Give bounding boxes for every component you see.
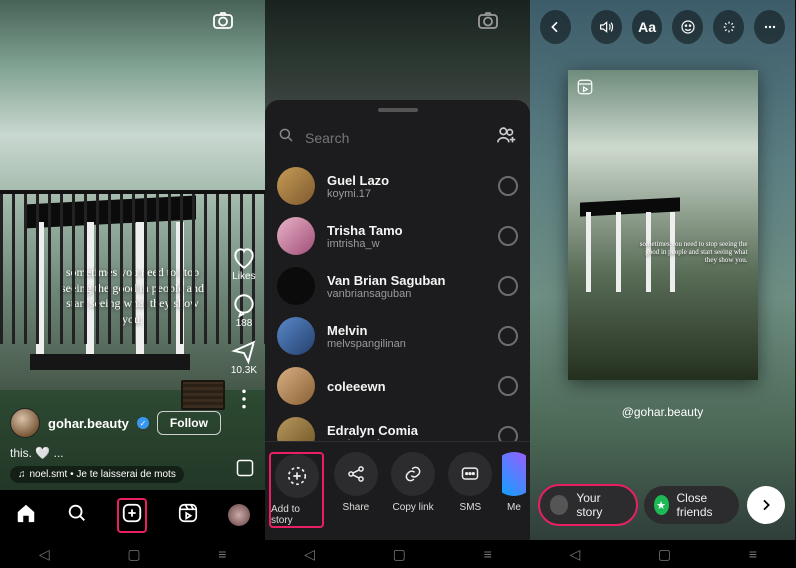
shares-count: 10.3K [231, 365, 257, 376]
contact-avatar [277, 317, 315, 355]
nav-search-icon[interactable] [66, 502, 88, 529]
like-button[interactable]: Likes [231, 245, 257, 282]
contact-handle: vanbriansaguban [327, 288, 486, 300]
messenger-label: Me [507, 502, 521, 513]
android-recent-icon[interactable]: ≡ [484, 546, 492, 562]
copy-link-label: Copy link [393, 502, 434, 513]
caption-text[interactable]: this. 🤍 ... [10, 446, 64, 460]
android-recent-icon[interactable]: ≡ [218, 546, 226, 562]
android-back-icon[interactable]: ◁ [304, 546, 315, 563]
camera-icon[interactable] [211, 8, 235, 37]
quote-text: sometimes you need to stop seeing the go… [0, 265, 265, 327]
author-avatar[interactable] [10, 408, 40, 438]
sticker-tool-icon[interactable] [672, 10, 703, 44]
close-friends-label: Close friends [677, 491, 730, 519]
add-to-story-button[interactable]: Add to story [269, 452, 324, 528]
android-back-icon[interactable]: ◁ [39, 546, 50, 563]
contact-name: Guel Lazo [327, 173, 486, 188]
contact-name: coleeewn [327, 379, 486, 394]
contact-avatar [277, 367, 315, 405]
nav-home-icon[interactable] [15, 502, 37, 529]
attribution-label[interactable]: @gohar.beauty [530, 405, 795, 419]
contact-handle: melvspangilinan [327, 338, 486, 350]
nav-profile-avatar[interactable] [228, 504, 250, 526]
contact-avatar [277, 217, 315, 255]
back-button[interactable] [540, 10, 571, 44]
sms-label: SMS [460, 502, 482, 513]
camera-icon[interactable] [476, 8, 500, 37]
contact-select-radio[interactable] [498, 426, 518, 441]
add-to-story-label: Add to story [271, 504, 322, 526]
contact-avatar [277, 267, 315, 305]
android-back-icon[interactable]: ◁ [569, 546, 580, 563]
add-people-icon[interactable] [496, 124, 518, 151]
contact-row[interactable]: coleeewn [265, 361, 530, 411]
contact-name: Melvin [327, 323, 486, 338]
verified-badge-icon: ✓ [137, 417, 149, 429]
search-input[interactable] [305, 130, 486, 146]
contact-row[interactable]: Melvin melvspangilinan [265, 311, 530, 361]
music-icon: ♫ [18, 469, 26, 480]
android-nav-bar: ◁ ▢ ≡ ◁ ▢ ≡ ◁ ▢ ≡ [0, 540, 796, 568]
search-icon [277, 126, 295, 149]
bottom-nav [0, 490, 265, 540]
contact-row[interactable]: Edralyn Comia comiamazing [265, 411, 530, 441]
story-editor-screen: Aa so [530, 0, 795, 540]
contact-handle: koymi.17 [327, 188, 486, 200]
comments-count: 188 [236, 318, 253, 329]
contact-avatar [277, 417, 315, 441]
contact-name: Edralyn Comia [327, 423, 486, 438]
more-button[interactable] [231, 386, 257, 412]
audio-chip[interactable]: ♫ noel.smt • Je te laisserai de mots [10, 466, 184, 483]
sms-button[interactable]: SMS [445, 452, 496, 528]
audio-toggle-icon[interactable] [591, 10, 622, 44]
android-home-icon[interactable]: ▢ [127, 546, 140, 563]
contact-select-radio[interactable] [498, 276, 518, 296]
author-username[interactable]: gohar.beauty [48, 416, 129, 431]
nav-create-icon[interactable] [117, 498, 147, 533]
effects-tool-icon[interactable] [713, 10, 744, 44]
text-tool-button[interactable]: Aa [632, 10, 663, 44]
copy-link-button[interactable]: Copy link [388, 452, 439, 528]
reels-badge-icon [576, 78, 594, 101]
messenger-button[interactable]: Me [502, 452, 526, 528]
your-story-button[interactable]: Your story [540, 486, 636, 524]
audio-label: noel.smt • Je te laisserai de mots [30, 469, 176, 480]
your-avatar-icon [550, 495, 568, 515]
preview-quote: sometimes you need to stop seeing the go… [633, 240, 748, 264]
nav-reels-icon[interactable] [177, 502, 199, 529]
comment-button[interactable]: 188 [231, 292, 257, 329]
your-story-label: Your story [576, 491, 625, 519]
contact-row[interactable]: Guel Lazo koymi.17 [265, 161, 530, 211]
contact-select-radio[interactable] [498, 326, 518, 346]
share-sheet-screen: Guel Lazo koymi.17 Trisha Tamo imtrisha_… [265, 0, 530, 540]
contact-row[interactable]: Trisha Tamo imtrisha_w [265, 211, 530, 261]
contact-select-radio[interactable] [498, 376, 518, 396]
close-friends-star-icon: ★ [654, 495, 669, 515]
android-home-icon[interactable]: ▢ [658, 546, 671, 563]
contact-row[interactable]: Van Brian Saguban vanbriansaguban [265, 261, 530, 311]
close-friends-button[interactable]: ★ Close friends [644, 486, 740, 524]
contact-name: Van Brian Saguban [327, 273, 486, 288]
story-preview-card[interactable]: sometimes you need to stop seeing the go… [568, 70, 758, 380]
android-recent-icon[interactable]: ≡ [749, 546, 757, 562]
android-home-icon[interactable]: ▢ [393, 546, 406, 563]
contact-select-radio[interactable] [498, 226, 518, 246]
reels-screen: sometimes you need to stop seeing the go… [0, 0, 265, 540]
more-tools-icon[interactable] [754, 10, 785, 44]
contact-name: Trisha Tamo [327, 223, 486, 238]
audio-thumbnail[interactable] [235, 458, 255, 483]
follow-button[interactable]: Follow [157, 411, 221, 435]
share-label: Share [343, 502, 370, 513]
contact-select-radio[interactable] [498, 176, 518, 196]
share-external-button[interactable]: Share [330, 452, 381, 528]
contact-handle: imtrisha_w [327, 238, 486, 250]
likes-label: Likes [232, 271, 255, 282]
share-sheet: Guel Lazo koymi.17 Trisha Tamo imtrisha_… [265, 100, 530, 540]
sheet-handle[interactable] [378, 108, 418, 112]
share-button[interactable]: 10.3K [231, 339, 257, 376]
contact-avatar [277, 167, 315, 205]
next-button[interactable] [747, 486, 785, 524]
